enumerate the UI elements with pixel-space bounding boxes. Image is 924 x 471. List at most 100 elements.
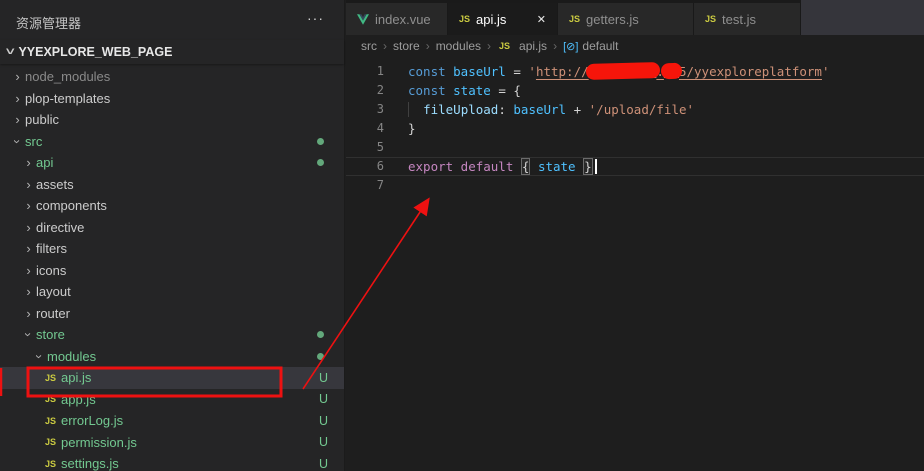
tab-bar-empty-space xyxy=(801,0,924,35)
breadcrumb-item-modules[interactable]: modules xyxy=(436,39,481,53)
chevron-separator-icon: › xyxy=(383,39,387,53)
line-number: 2 xyxy=(376,83,384,97)
js-file-icon: JS xyxy=(45,394,57,405)
tab-label: getters.js xyxy=(586,11,639,27)
git-untracked-badge: U xyxy=(318,413,328,428)
line-number: 3 xyxy=(376,102,384,116)
chevron-right-icon: › xyxy=(26,198,31,214)
explorer-title: 资源管理器 xyxy=(16,16,82,31)
line-number: 5 xyxy=(376,140,384,154)
tabs: index.vue JS api.js ✕ JS getters.js JS test.js xyxy=(346,0,801,35)
redaction-scribble: ·· xyxy=(664,64,679,79)
more-actions-icon[interactable]: ··· xyxy=(307,10,324,26)
chevron-separator-icon: › xyxy=(425,39,430,53)
item-label: router xyxy=(36,305,70,321)
code-token: state xyxy=(537,159,576,174)
tab-getters-js[interactable]: JS getters.js xyxy=(558,3,694,35)
sidebar-item-assets[interactable]: › assets xyxy=(0,174,344,196)
sidebar-item-router[interactable]: › router xyxy=(0,303,344,325)
code-line-2[interactable]: 2 const state = { xyxy=(346,81,924,100)
sidebar-item-modules[interactable]: › modules xyxy=(0,346,344,368)
item-label: node_modules xyxy=(25,69,111,85)
sidebar-item-icons[interactable]: › icons xyxy=(0,260,344,282)
sidebar-item-public[interactable]: › public xyxy=(0,109,344,131)
tab-label: index.vue xyxy=(375,11,431,27)
breadcrumb-item-store[interactable]: store xyxy=(393,39,420,53)
code-line-1[interactable]: 1const baseUrl = 'http://·········.··5/y… xyxy=(346,62,924,81)
sidebar-item-node_modules[interactable]: › node_modules xyxy=(0,66,344,88)
js-file-icon: JS xyxy=(45,458,57,469)
tab-api-js[interactable]: JS api.js ✕ xyxy=(448,3,558,35)
item-label: store xyxy=(36,327,65,343)
vscode-window: 资源管理器 ··· ˅ YYEXPLORE_WEB_PAGE › node_mod… xyxy=(0,0,924,471)
editor-group: index.vue JS api.js ✕ JS getters.js JS test.js … xyxy=(346,0,924,471)
chevron-down-icon: › xyxy=(10,139,25,144)
chevron-right-icon: › xyxy=(26,262,31,278)
tab-test-js[interactable]: JS test.js xyxy=(694,3,801,35)
explorer-titlebar: 资源管理器 ··· xyxy=(0,0,344,40)
item-label: settings.js xyxy=(61,456,119,471)
code-token: 5/yyexploreplatform xyxy=(678,64,822,79)
tab-label: api.js xyxy=(476,11,507,27)
js-file-icon: JS xyxy=(45,415,57,426)
code-token: : xyxy=(498,102,514,117)
chevron-down-icon: › xyxy=(32,354,47,359)
tab-index-vue[interactable]: index.vue xyxy=(346,3,448,35)
breadcrumb-item-default[interactable]: [⊘] default xyxy=(563,39,618,53)
code-editor[interactable]: 1const baseUrl = 'http://·········.··5/y… xyxy=(346,57,924,471)
tab-label: test.js xyxy=(722,11,756,27)
line-number: 6 xyxy=(376,159,384,173)
chevron-right-icon: › xyxy=(26,155,31,171)
item-label: src xyxy=(25,133,43,149)
breadcrumb-item-api-js[interactable]: JS api.js xyxy=(497,39,547,53)
sidebar-item-plop-templates[interactable]: › plop-templates xyxy=(0,88,344,110)
sidebar-item-filters[interactable]: › filters xyxy=(0,238,344,260)
breadcrumb-item-src[interactable]: src xyxy=(361,39,377,53)
code-token: fileUpload xyxy=(423,102,499,117)
sidebar-item-layout[interactable]: › layout xyxy=(0,281,344,303)
bracket-match: { xyxy=(520,158,531,175)
line-number: 1 xyxy=(376,64,384,78)
breadcrumb-label: store xyxy=(393,39,420,53)
sidebar-item-store[interactable]: › store xyxy=(0,324,344,346)
code-token: export default xyxy=(408,159,514,174)
sidebar-item-directive[interactable]: › directive xyxy=(0,217,344,239)
sidebar-item-api-js[interactable]: JS api.js U xyxy=(0,367,344,389)
close-icon[interactable]: ✕ xyxy=(537,13,546,26)
sidebar-item-api[interactable]: › api xyxy=(0,152,344,174)
code-line-5[interactable]: 5 xyxy=(346,138,924,157)
item-label: assets xyxy=(36,176,74,192)
js-file-icon: JS xyxy=(705,14,717,24)
line-content: } xyxy=(408,119,416,138)
sidebar-item-permission-js[interactable]: JS permission.js U xyxy=(0,432,344,454)
js-file-icon: JS xyxy=(45,437,57,448)
item-label: plop-templates xyxy=(25,90,111,106)
chevron-right-icon: › xyxy=(15,112,20,128)
item-label: components xyxy=(36,198,107,214)
sidebar-item-app-js[interactable]: JS app.js U xyxy=(0,389,344,411)
code-line-4[interactable]: 4} xyxy=(346,119,924,138)
chevron-right-icon: › xyxy=(15,90,20,106)
item-label: directive xyxy=(36,219,85,235)
sidebar-item-components[interactable]: › components xyxy=(0,195,344,217)
item-label: api.js xyxy=(61,370,92,386)
code-line-6[interactable]: 6 export default { state } xyxy=(346,157,924,176)
workspace-section-header[interactable]: ˅ YYEXPLORE_WEB_PAGE xyxy=(0,40,344,64)
code-token: ' xyxy=(528,64,536,79)
vue-file-icon xyxy=(357,13,369,25)
chevron-right-icon: › xyxy=(26,305,31,321)
code-token: = xyxy=(505,64,529,79)
chevron-down-icon: ˅ xyxy=(5,46,15,58)
line-content: const baseUrl = 'http://·········.··5/yy… xyxy=(408,62,830,81)
code-token: http:// xyxy=(535,64,589,79)
code-token: const xyxy=(408,83,454,98)
code-line-7[interactable]: 7 xyxy=(346,176,924,195)
sidebar-item-src[interactable]: › src xyxy=(0,131,344,153)
chevron-separator-icon: › xyxy=(553,39,558,53)
code-line-3[interactable]: 3 fileUpload: baseUrl + '/upload/file' xyxy=(346,100,924,119)
sidebar-item-settings-js[interactable]: JS settings.js U xyxy=(0,453,344,471)
sidebar-item-errorlog-js[interactable]: JS errorLog.js U xyxy=(0,410,344,432)
